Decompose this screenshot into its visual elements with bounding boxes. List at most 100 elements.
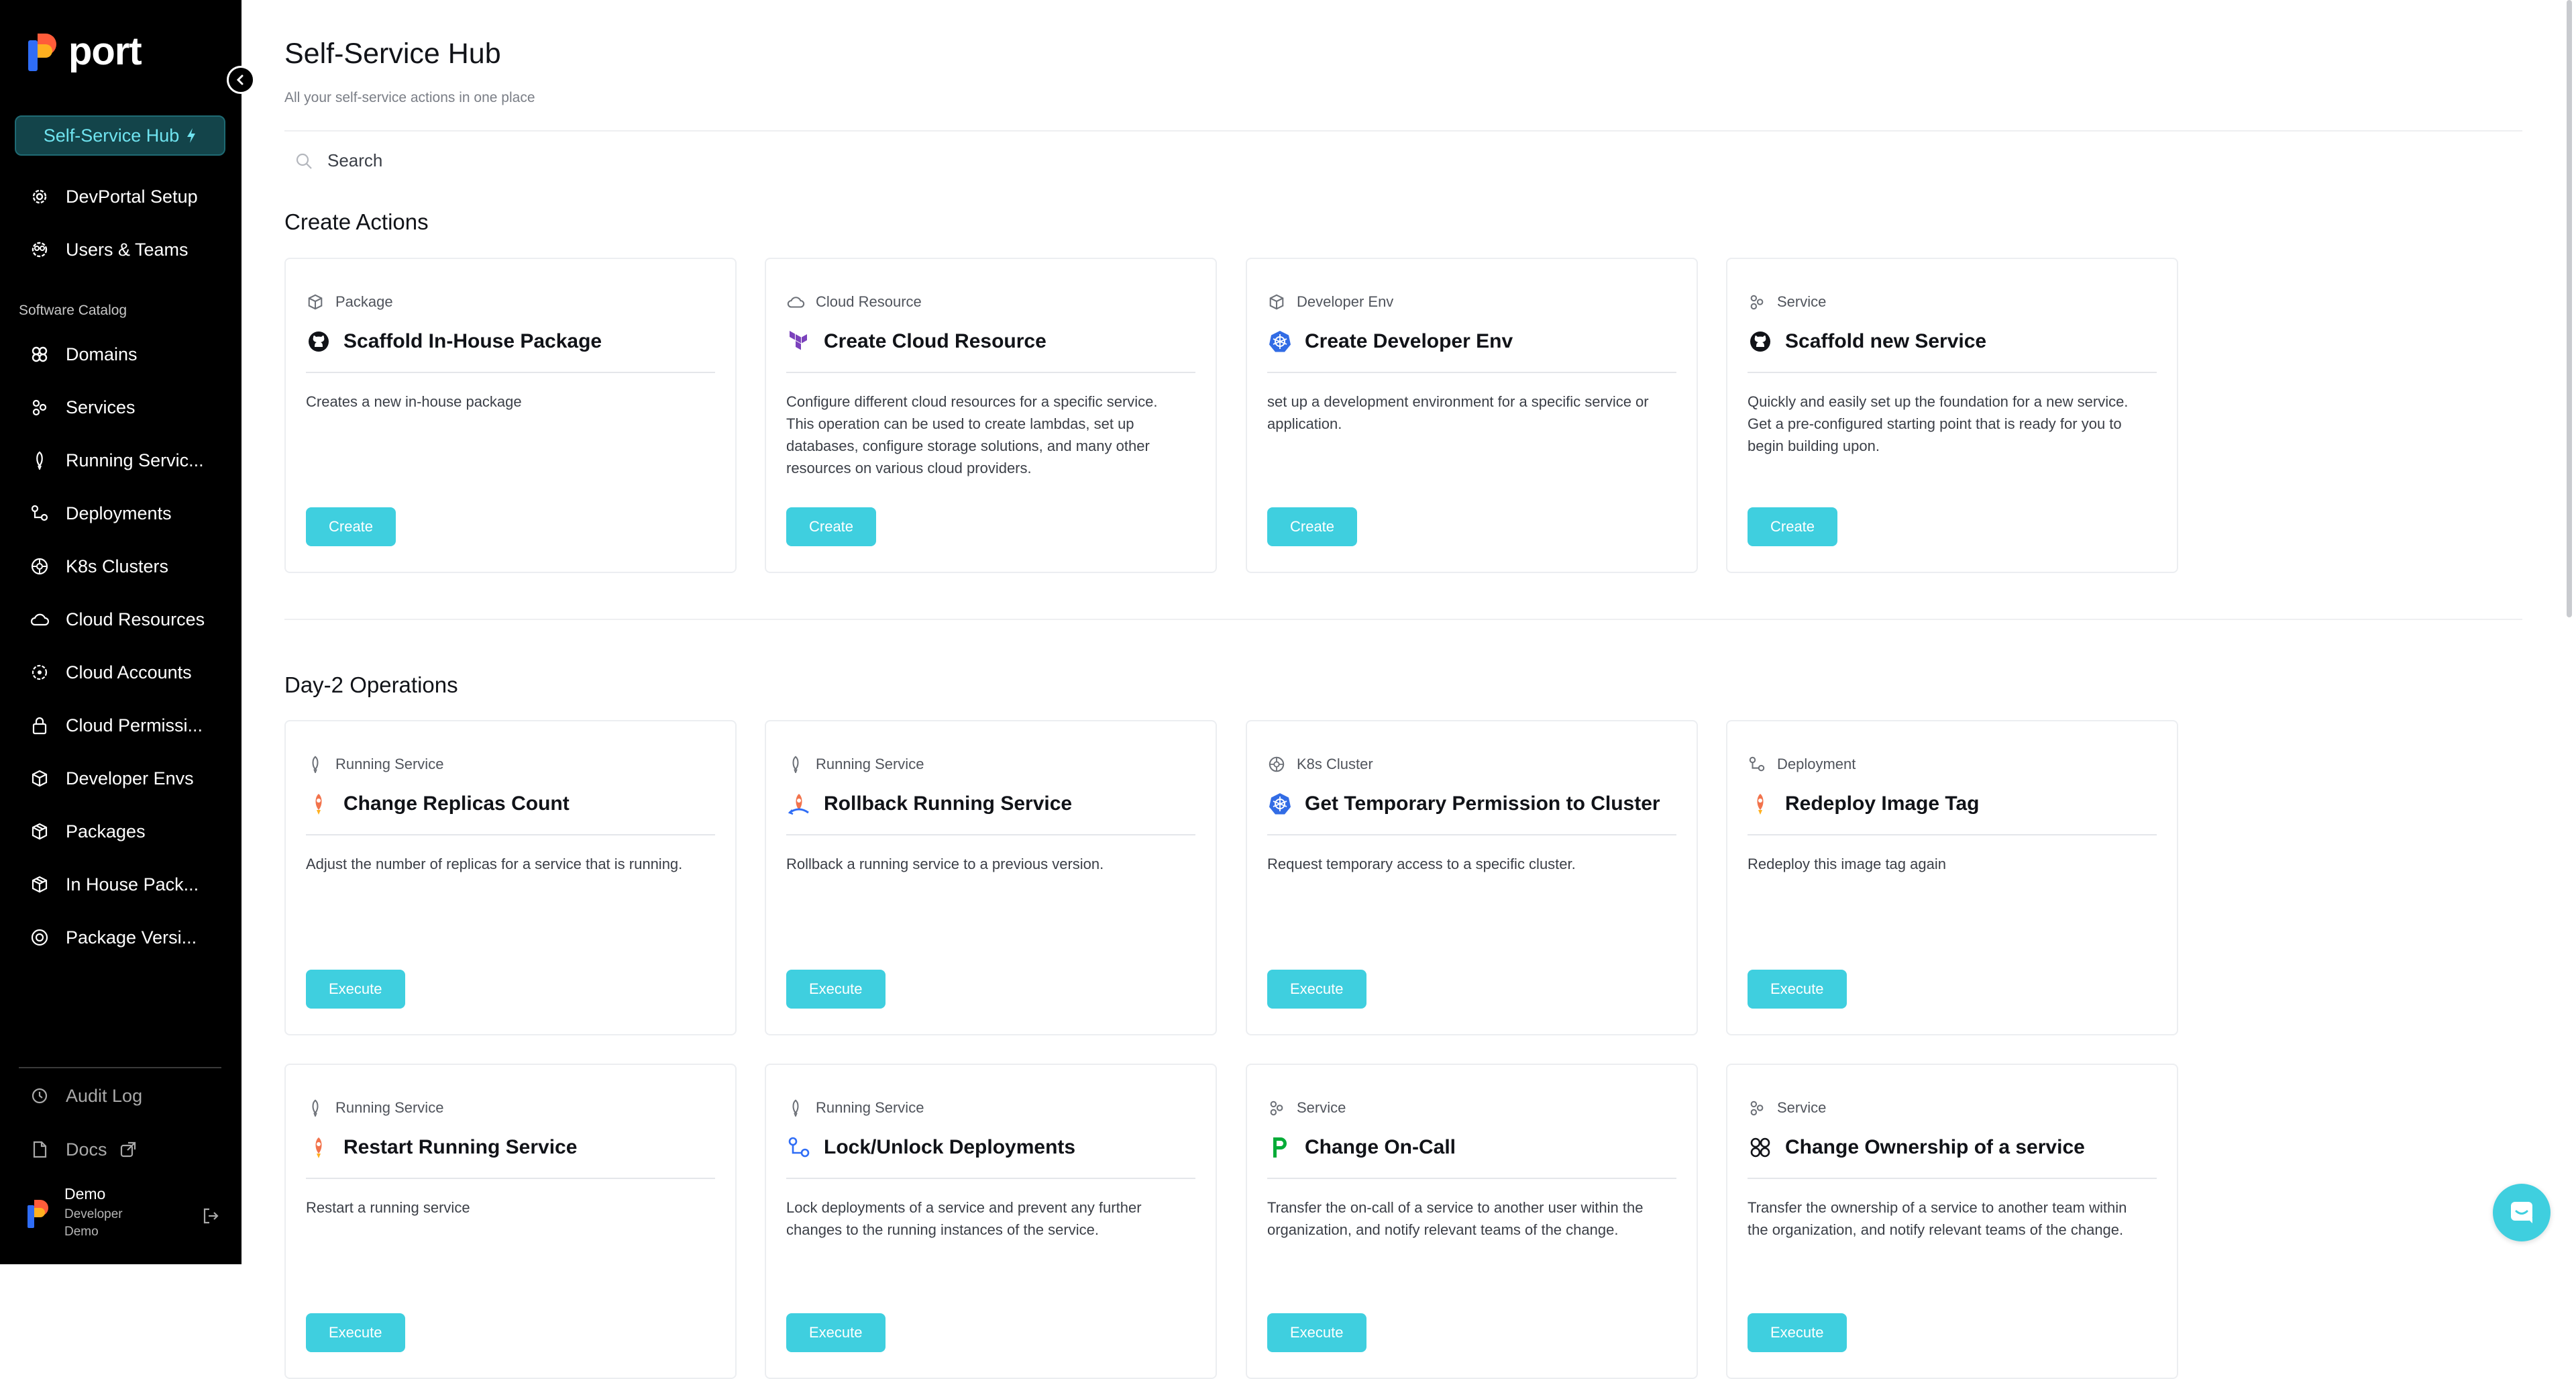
- card-divider: [786, 372, 1195, 373]
- search-bar[interactable]: [295, 150, 730, 171]
- package-icon: [30, 821, 50, 841]
- sidebar-item-in-house-packages[interactable]: In House Pack...: [15, 864, 227, 905]
- action-card[interactable]: Service Change Ownership of a service Tr…: [1726, 1064, 2178, 1379]
- action-description: Redeploy this image tag again: [1748, 856, 1946, 872]
- deployments-icon: [786, 1135, 812, 1160]
- rocket-icon: [306, 1099, 325, 1117]
- helm-icon: [30, 556, 50, 576]
- sidebar-item-k8s-clusters[interactable]: K8s Clusters: [15, 546, 227, 586]
- lightning-icon: [187, 128, 196, 143]
- search-input[interactable]: [327, 150, 730, 171]
- action-card[interactable]: Cloud Resource Create Cloud Resource Con…: [765, 258, 1217, 573]
- sidebar-item-label: Cloud Resources: [66, 609, 205, 629]
- action-card[interactable]: Running Service Lock/Unlock Deployments …: [765, 1064, 1217, 1379]
- action-card[interactable]: Running Service Rollback Running Service…: [765, 720, 1217, 1035]
- action-card[interactable]: Running Service Change Replicas Count Ad…: [284, 720, 737, 1035]
- rocket-icon: [306, 1135, 331, 1160]
- card-divider: [786, 834, 1195, 835]
- card-divider: [1267, 372, 1676, 373]
- history-icon: [30, 1086, 50, 1106]
- package-icon: [306, 293, 325, 311]
- sidebar-item-cloud-accounts[interactable]: Cloud Accounts: [15, 652, 227, 693]
- sidebar-item-label: Cloud Accounts: [66, 662, 192, 682]
- sidebar-item-docs[interactable]: Docs: [15, 1129, 227, 1170]
- sidebar-item-package-versions[interactable]: Package Versi...: [15, 917, 227, 958]
- sidebar-item-packages[interactable]: Packages: [15, 811, 227, 852]
- action-title: Create Cloud Resource: [824, 330, 1046, 352]
- sidebar-item-cloud-resources[interactable]: Cloud Resources: [15, 599, 227, 640]
- docs-icon: [30, 1139, 50, 1160]
- sidebar-item-users-teams[interactable]: Users & Teams: [15, 229, 227, 270]
- action-card[interactable]: Service Change On-Call Transfer the on-c…: [1246, 1064, 1698, 1379]
- blueprint-label: Service: [1297, 1099, 1346, 1116]
- card-divider: [1748, 1178, 2157, 1179]
- action-card[interactable]: Running Service Restart Running Service …: [284, 1064, 737, 1379]
- page-scrollbar[interactable]: [2567, 0, 2572, 617]
- action-card[interactable]: K8s Cluster Get Temporary Permission to …: [1246, 720, 1698, 1035]
- action-card[interactable]: Developer Env Create Developer Env set u…: [1246, 258, 1698, 573]
- execute-button[interactable]: Execute: [786, 970, 885, 1009]
- create-button[interactable]: Create: [1748, 507, 1838, 546]
- cloud-account-icon: [30, 662, 50, 682]
- action-card[interactable]: Deployment Redeploy Image Tag Redeploy t…: [1726, 720, 2178, 1035]
- sidebar-item-services[interactable]: Services: [15, 387, 227, 427]
- sidebar-item-developer-envs[interactable]: Developer Envs: [15, 758, 227, 799]
- page-subtitle: All your self-service actions in one pla…: [284, 90, 535, 105]
- create-button[interactable]: Create: [306, 507, 396, 546]
- team-icon: [1748, 1135, 1773, 1160]
- execute-button[interactable]: Execute: [1748, 970, 1847, 1009]
- sidebar-item-label: Self-Service Hub: [43, 125, 180, 146]
- card-divider: [1267, 834, 1676, 835]
- lock-icon: [30, 715, 50, 735]
- execute-button[interactable]: Execute: [306, 970, 405, 1009]
- sidebar-item-domains[interactable]: Domains: [15, 334, 227, 374]
- kubernetes-icon: [1267, 329, 1293, 354]
- blueprint-label: Deployment: [1777, 756, 1856, 772]
- services-icon: [1748, 1099, 1766, 1117]
- sidebar-item-deployments[interactable]: Deployments: [15, 493, 227, 533]
- execute-button[interactable]: Execute: [1748, 1313, 1847, 1352]
- blueprint-label: Running Service: [816, 1099, 924, 1116]
- cube-icon: [30, 768, 50, 788]
- sidebar-item-label: Users & Teams: [66, 239, 189, 260]
- action-card[interactable]: Package Scaffold In-House Package Create…: [284, 258, 737, 573]
- create-button[interactable]: Create: [1267, 507, 1358, 546]
- cloud-icon: [30, 609, 50, 629]
- logout-icon[interactable]: [201, 1207, 220, 1225]
- execute-button[interactable]: Execute: [786, 1313, 885, 1352]
- sidebar-item-cloud-permissions[interactable]: Cloud Permissi...: [15, 705, 227, 746]
- sidebar-item-label: Audit Log: [66, 1085, 143, 1106]
- sidebar-item-label: Docs: [66, 1139, 107, 1160]
- avatar: [28, 1200, 48, 1228]
- sidebar-item-audit-log[interactable]: Audit Log: [15, 1076, 227, 1116]
- action-description: set up a development environment for a s…: [1267, 393, 1649, 432]
- chat-support-button[interactable]: [2493, 1184, 2551, 1241]
- section-label-software-catalog: Software Catalog: [19, 303, 127, 318]
- sidebar-item-label: Services: [66, 397, 136, 417]
- port-logo[interactable]: port: [27, 31, 142, 72]
- blueprint-label: Developer Env: [1297, 293, 1394, 310]
- blueprint-label: Running Service: [816, 756, 924, 772]
- sidebar-item-self-service-hub[interactable]: Self-Service Hub: [15, 115, 225, 156]
- execute-button[interactable]: Execute: [1267, 1313, 1366, 1352]
- action-description: Transfer the on-call of a service to ano…: [1267, 1199, 1644, 1238]
- action-card[interactable]: Service Scaffold new Service Quickly and…: [1726, 258, 2178, 573]
- sidebar-item-label: Packages: [66, 821, 146, 841]
- action-description: Lock deployments of a service and preven…: [786, 1199, 1142, 1238]
- sidebar-item-running-services[interactable]: Running Servic...: [15, 440, 227, 480]
- sidebar: port Self-Service Hub DevPortal Setup Us…: [0, 0, 255, 1264]
- sidebar-item-label: Cloud Permissi...: [66, 715, 203, 735]
- rocket-icon: [1748, 791, 1773, 817]
- action-title: Scaffold new Service: [1785, 330, 1987, 352]
- card-divider: [306, 372, 715, 373]
- execute-button[interactable]: Execute: [306, 1313, 405, 1352]
- collapse-sidebar-button[interactable]: [227, 66, 255, 94]
- create-button[interactable]: Create: [786, 507, 877, 546]
- user-profile[interactable]: Demo Developer Demo: [27, 1185, 123, 1239]
- execute-button[interactable]: Execute: [1267, 970, 1366, 1009]
- port-logo-icon: [28, 34, 56, 71]
- rocket-icon: [30, 450, 50, 470]
- header-divider: [284, 130, 2522, 132]
- sidebar-item-devportal-setup[interactable]: DevPortal Setup: [15, 176, 227, 217]
- gear-icon: [30, 187, 50, 207]
